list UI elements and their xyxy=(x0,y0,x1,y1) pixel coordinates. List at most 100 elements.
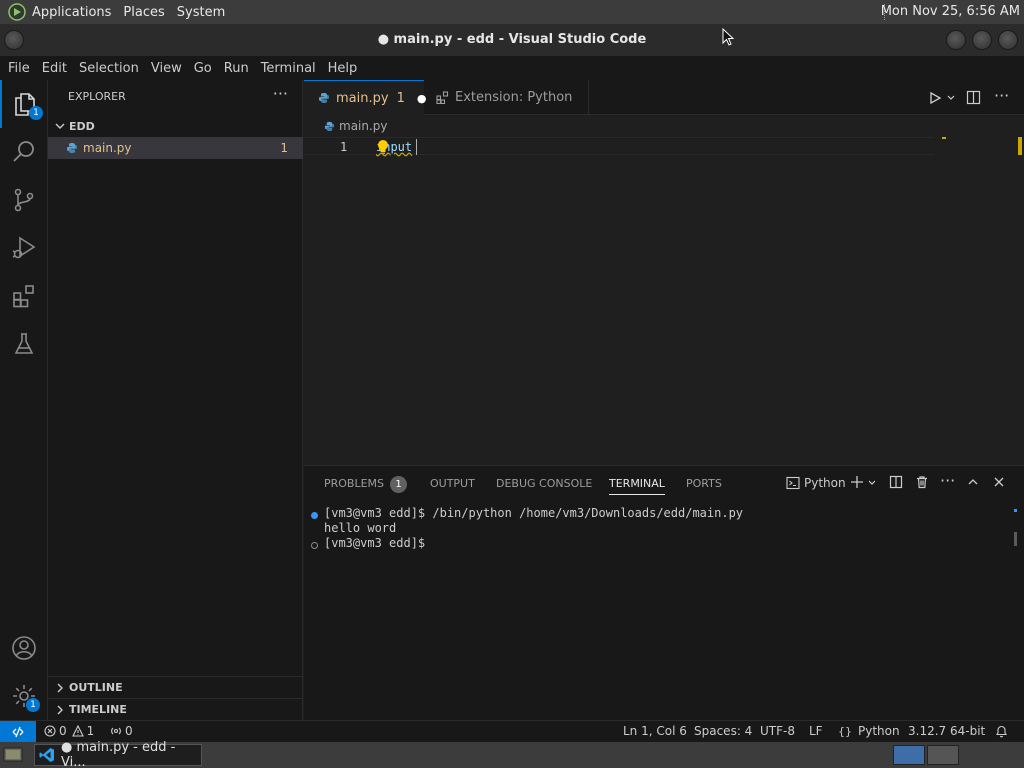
line-number: 1 xyxy=(340,140,348,154)
terminal-profile-chevron-icon[interactable] xyxy=(867,478,877,488)
activity-testing[interactable] xyxy=(0,320,48,368)
maximize-button[interactable] xyxy=(972,30,992,50)
activity-accounts[interactable] xyxy=(0,624,48,672)
menu-edit[interactable]: Edit xyxy=(38,61,71,76)
file-main-py[interactable]: main.py 1 xyxy=(48,137,303,159)
terminal-scrollbar[interactable] xyxy=(1014,532,1017,546)
split-terminal-button[interactable] xyxy=(889,475,903,489)
command-success-marker[interactable] xyxy=(311,512,318,519)
run-options-chevron-icon[interactable] xyxy=(946,93,956,103)
folder-edd[interactable]: EDD xyxy=(48,115,303,137)
activity-manage[interactable]: 1 xyxy=(0,672,48,720)
terminal-line: [vm3@vm3 edd]$ xyxy=(324,536,426,550)
minimap-warning-marker xyxy=(942,137,946,139)
terminal-icon xyxy=(786,476,800,490)
menu-file[interactable]: File xyxy=(4,61,34,76)
clock[interactable]: Mon Nov 25, 6:56 AM xyxy=(881,0,1020,24)
editor-more-actions-button[interactable]: ··· xyxy=(994,86,1009,105)
outline-section[interactable]: OUTLINE xyxy=(48,676,303,698)
panel-more-actions-button[interactable]: ··· xyxy=(940,471,955,490)
braces-icon: {} xyxy=(838,724,852,738)
activity-source-control[interactable] xyxy=(0,176,48,224)
menu-selection[interactable]: Selection xyxy=(75,61,143,76)
top-panel: Applications Places System Mon Nov 25, 6… xyxy=(0,0,1024,24)
remote-indicator[interactable] xyxy=(0,721,36,742)
terminal-line: [vm3@vm3 edd]$ /bin/python /home/vm3/Dow… xyxy=(324,506,744,520)
activity-explorer[interactable]: 1 xyxy=(0,80,48,128)
extensions-icon xyxy=(11,283,37,309)
menu-go[interactable]: Go xyxy=(190,61,216,76)
close-window-button[interactable] xyxy=(998,30,1018,50)
notifications-bell-icon[interactable] xyxy=(995,724,1008,738)
tab-problems[interactable]: PROBLEMS xyxy=(324,477,384,490)
menu-system[interactable]: System xyxy=(171,5,231,20)
tab-terminal[interactable]: TERMINAL xyxy=(609,477,665,495)
menu-run[interactable]: Run xyxy=(220,61,253,76)
lightbulb-icon[interactable] xyxy=(376,139,390,155)
menu-terminal[interactable]: Terminal xyxy=(257,61,320,76)
language-mode[interactable]: {} Python xyxy=(838,724,900,738)
kill-terminal-button[interactable] xyxy=(915,475,929,489)
explorer-more-actions-button[interactable]: ··· xyxy=(273,84,288,103)
menu-places[interactable]: Places xyxy=(117,5,170,20)
code-line[interactable]: 1 input xyxy=(304,137,934,155)
tab-extension-python[interactable]: Extension: Python xyxy=(424,80,589,115)
settings-badge: 1 xyxy=(26,698,40,712)
menu-view[interactable]: View xyxy=(147,61,186,76)
vscode-logo-icon xyxy=(39,747,55,763)
run-debug-icon xyxy=(11,235,37,261)
tab-ports[interactable]: PORTS xyxy=(686,477,722,490)
source-control-icon xyxy=(11,187,37,213)
menu-applications[interactable]: Applications xyxy=(26,5,117,20)
end-of-line[interactable]: LF xyxy=(809,724,823,738)
split-editor-button[interactable] xyxy=(966,90,981,105)
cursor-position[interactable]: Ln 1, Col 6 xyxy=(623,724,687,738)
python-file-icon xyxy=(66,142,78,154)
workspace-switcher-empty[interactable] xyxy=(927,745,959,765)
chevron-down-icon xyxy=(54,120,66,132)
activity-extensions[interactable] xyxy=(0,272,48,320)
command-pending-marker[interactable] xyxy=(311,542,318,549)
maximize-panel-button[interactable] xyxy=(967,476,979,488)
close-panel-button[interactable] xyxy=(993,476,1005,488)
folder-name: EDD xyxy=(69,119,95,133)
menu-help[interactable]: Help xyxy=(324,61,362,76)
code-editor[interactable]: main.py 1 input xyxy=(304,115,1024,465)
workspace-switcher[interactable] xyxy=(893,745,925,765)
activity-run-debug[interactable] xyxy=(0,224,48,272)
chevron-right-icon xyxy=(54,704,66,716)
breadcrumb-file[interactable]: main.py xyxy=(339,119,388,133)
run-python-file-button[interactable] xyxy=(928,91,942,105)
gnome-logo-icon[interactable] xyxy=(8,3,26,21)
remote-icon xyxy=(12,726,24,738)
activity-search[interactable] xyxy=(0,128,48,176)
taskbar: ● main.py - edd - Vi... xyxy=(0,740,1024,768)
terminal-name[interactable]: Python xyxy=(804,476,846,490)
taskbar-vscode-window[interactable]: ● main.py - edd - Vi... xyxy=(34,740,202,768)
error-icon xyxy=(44,725,56,737)
tab-output[interactable]: OUTPUT xyxy=(430,477,475,490)
outline-label: OUTLINE xyxy=(69,681,123,694)
tab-label: main.py xyxy=(336,90,389,106)
minimize-button[interactable] xyxy=(946,30,966,50)
timeline-label: TIMELINE xyxy=(69,703,127,716)
tab-main-py[interactable]: main.py 1 ● xyxy=(304,80,426,115)
status-bar: 0 1 0 Ln 1, Col 6 Spaces: 4 UTF-8 LF {} … xyxy=(0,720,1024,742)
python-interpreter[interactable]: 3.12.7 64-bit xyxy=(908,724,985,738)
search-icon xyxy=(11,139,37,165)
tab-debug-console[interactable]: DEBUG CONSOLE xyxy=(496,477,592,490)
tab-problem-count: 1 xyxy=(396,90,405,106)
file-encoding[interactable]: UTF-8 xyxy=(760,724,795,738)
problems-status[interactable]: 0 1 xyxy=(44,724,94,738)
scrollbar-warning-marker[interactable] xyxy=(1018,137,1022,155)
show-desktop-icon[interactable] xyxy=(3,746,23,764)
timeline-section[interactable]: TIMELINE xyxy=(48,698,303,720)
problems-count-badge: 1 xyxy=(390,476,407,493)
mouse-pointer-icon xyxy=(722,28,734,46)
new-terminal-button[interactable] xyxy=(850,475,864,489)
chevron-right-icon xyxy=(54,682,66,694)
file-problem-count: 1 xyxy=(280,141,288,155)
ports-status[interactable]: 0 xyxy=(110,724,133,738)
window-titlebar[interactable]: ● main.py - edd - Visual Studio Code xyxy=(0,24,1024,56)
indentation[interactable]: Spaces: 4 xyxy=(694,724,752,738)
